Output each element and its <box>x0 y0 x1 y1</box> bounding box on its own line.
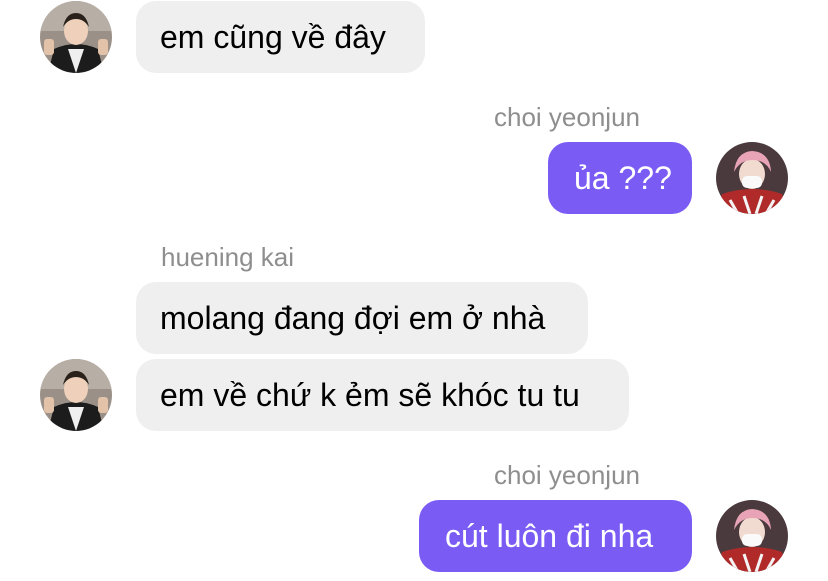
message-text: molang đang đợi em ở nhà <box>160 299 546 336</box>
message-text: ủa ??? <box>574 159 672 196</box>
message-text: cút luôn đi nha <box>445 517 654 554</box>
message-text: em về chứ k ẻm sẽ khóc tu tu <box>160 376 580 413</box>
sender-label: choi yeonjun <box>494 102 640 132</box>
message-bubble-outgoing[interactable]: ủa ??? <box>548 142 692 214</box>
sender-label: huening kai <box>161 242 294 272</box>
message-text: em cũng về đây <box>160 18 386 55</box>
message-bubble-incoming[interactable]: em cũng về đây <box>136 1 425 73</box>
avatar-choi-yeonjun[interactable] <box>716 500 788 572</box>
message-bubble-outgoing[interactable]: cút luôn đi nha <box>419 500 692 572</box>
sender-label: choi yeonjun <box>494 460 640 490</box>
avatar-choi-yeonjun[interactable] <box>716 142 788 214</box>
avatar-huening-kai[interactable] <box>40 1 112 73</box>
message-bubble-incoming[interactable]: em về chứ k ẻm sẽ khóc tu tu <box>136 359 629 431</box>
message-bubble-incoming[interactable]: molang đang đợi em ở nhà <box>136 282 588 354</box>
avatar-huening-kai[interactable] <box>40 359 112 431</box>
